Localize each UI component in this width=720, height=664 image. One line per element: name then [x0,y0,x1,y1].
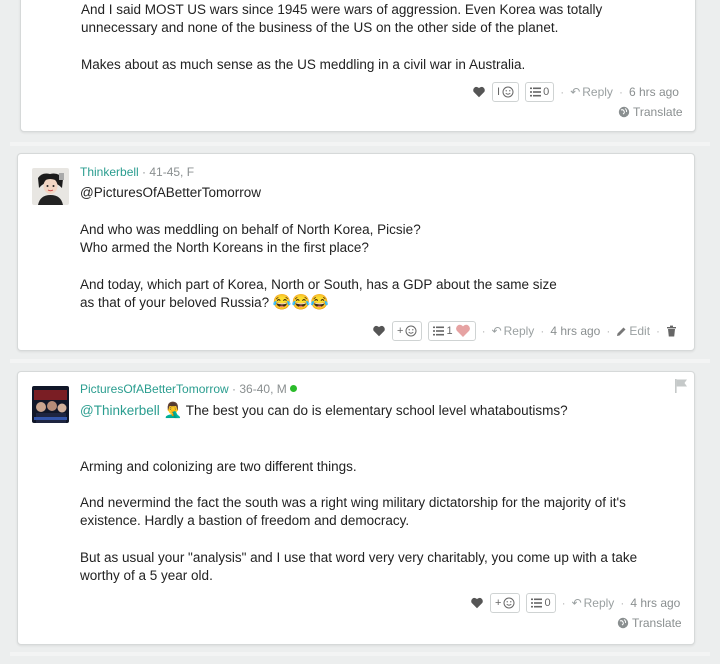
avatar-image [32,386,69,423]
user-meta: · 41-45, F [138,165,195,179]
comment-text-line: worthy of a 5 year old. [80,568,213,583]
smiley-icon [405,325,417,337]
timestamp: 4 hrs ago [550,324,601,338]
facepalm-emoji: 🤦‍♂️ [163,402,183,419]
username-link[interactable]: PicturesOfABetterTomorrow [80,382,229,396]
heart-icon[interactable] [372,324,386,338]
mention-line: @Thinkerbell 🤦‍♂️ The best you can do is… [80,402,568,420]
reaction-label: + [397,325,404,337]
comment-text-line: Arming and colonizing are two different … [80,459,357,474]
divider [10,359,710,363]
translate-label: Translate [632,616,682,630]
comment-text-line: as that of your beloved Russia? 😂😂😂 [80,294,329,312]
mention-link[interactable]: @Thinkerbell [80,403,160,418]
heart-icon[interactable] [470,596,484,610]
reply-label: Reply [503,324,535,338]
globe-icon [618,106,630,118]
username-link[interactable]: Thinkerbell [80,165,139,179]
list-icon [433,326,445,336]
avatar-image [32,168,69,205]
reply-label: Reply [582,85,613,99]
pencil-icon [617,327,626,336]
list-icon [530,87,542,97]
comment-text-line: And I said MOST US wars since 1945 were … [81,2,603,17]
comment-text-line: But as usual your "analysis" and I use t… [80,550,638,565]
translate-label: Translate [633,105,683,119]
pink-heart-icon [455,324,470,337]
comment-text-span: The best you can do is elementary school… [185,403,568,418]
avatar[interactable] [32,168,69,205]
comment-text-line: And today, which part of Korea, North or… [80,277,557,292]
mention-link[interactable]: @PicturesOfABetterTomorrow [80,184,261,202]
laughing-emoji: 😂😂😂 [272,294,329,311]
comment-text-line: Makes about as much sense as the US medd… [81,57,526,72]
translate-link[interactable]: Translate [618,105,683,119]
comment-text-line: existence. Hardly a bastion of freedom a… [80,513,410,528]
list-button[interactable]: 0 [526,593,556,613]
comment-actions: + 0 · ↶ Reply · 4 hrs ago [470,592,680,614]
comment-text-line: unnecessary and none of the business of … [81,20,559,35]
translate-link[interactable]: Translate [617,616,682,630]
reaction-label: I [497,86,501,98]
edit-button[interactable]: Edit [616,324,650,338]
reply-icon: ↶ [491,324,502,338]
comment-text-line: Who armed the North Koreans in the first… [80,240,369,255]
reaction-button[interactable]: I [492,82,520,102]
reaction-label: + [495,597,502,609]
list-button[interactable]: 0 [525,82,555,102]
avatar[interactable] [32,386,69,423]
reply-icon: ↶ [571,596,582,610]
list-count: 0 [543,86,550,98]
trash-icon[interactable] [666,325,677,337]
timestamp: 4 hrs ago [630,596,681,610]
comment-header: PicturesOfABetterTomorrow · 36-40, M [80,382,297,396]
reply-icon: ↶ [570,85,581,99]
comment-actions: I 0 · ↶ Reply · 6 hrs ago [472,81,679,103]
list-count: 0 [544,597,551,609]
divider [10,652,710,656]
edit-label: Edit [629,324,651,338]
online-indicator [289,385,297,392]
smiley-icon [503,597,515,609]
reply-label: Reply [583,596,615,610]
comment-text-span: as that of your beloved Russia? [80,295,270,310]
list-icon [531,598,543,608]
reply-button[interactable]: ↶ Reply [572,596,615,610]
comment-text-line: And nevermind the fact the south was a r… [80,495,626,510]
comment-header: Thinkerbell · 41-45, F [80,165,194,179]
reply-button[interactable]: ↶ Reply [492,324,535,338]
reply-button[interactable]: ↶ Reply [570,85,613,99]
timestamp: 6 hrs ago [628,85,679,99]
smiley-icon [502,86,514,98]
list-button[interactable]: 1 [428,321,476,341]
list-count: 1 [446,325,453,337]
divider [10,142,710,146]
reaction-button[interactable]: + [490,593,521,613]
comment-actions: + 1 · ↶ Reply · 4 hrs ago · Edit · [372,320,677,342]
globe-icon [617,617,629,629]
heart-icon[interactable] [472,85,486,99]
flag-icon[interactable] [673,378,689,394]
comment-text-line: And who was meddling on behalf of North … [80,222,421,237]
reaction-button[interactable]: + [392,321,423,341]
user-meta: · 36-40, M [228,382,287,396]
